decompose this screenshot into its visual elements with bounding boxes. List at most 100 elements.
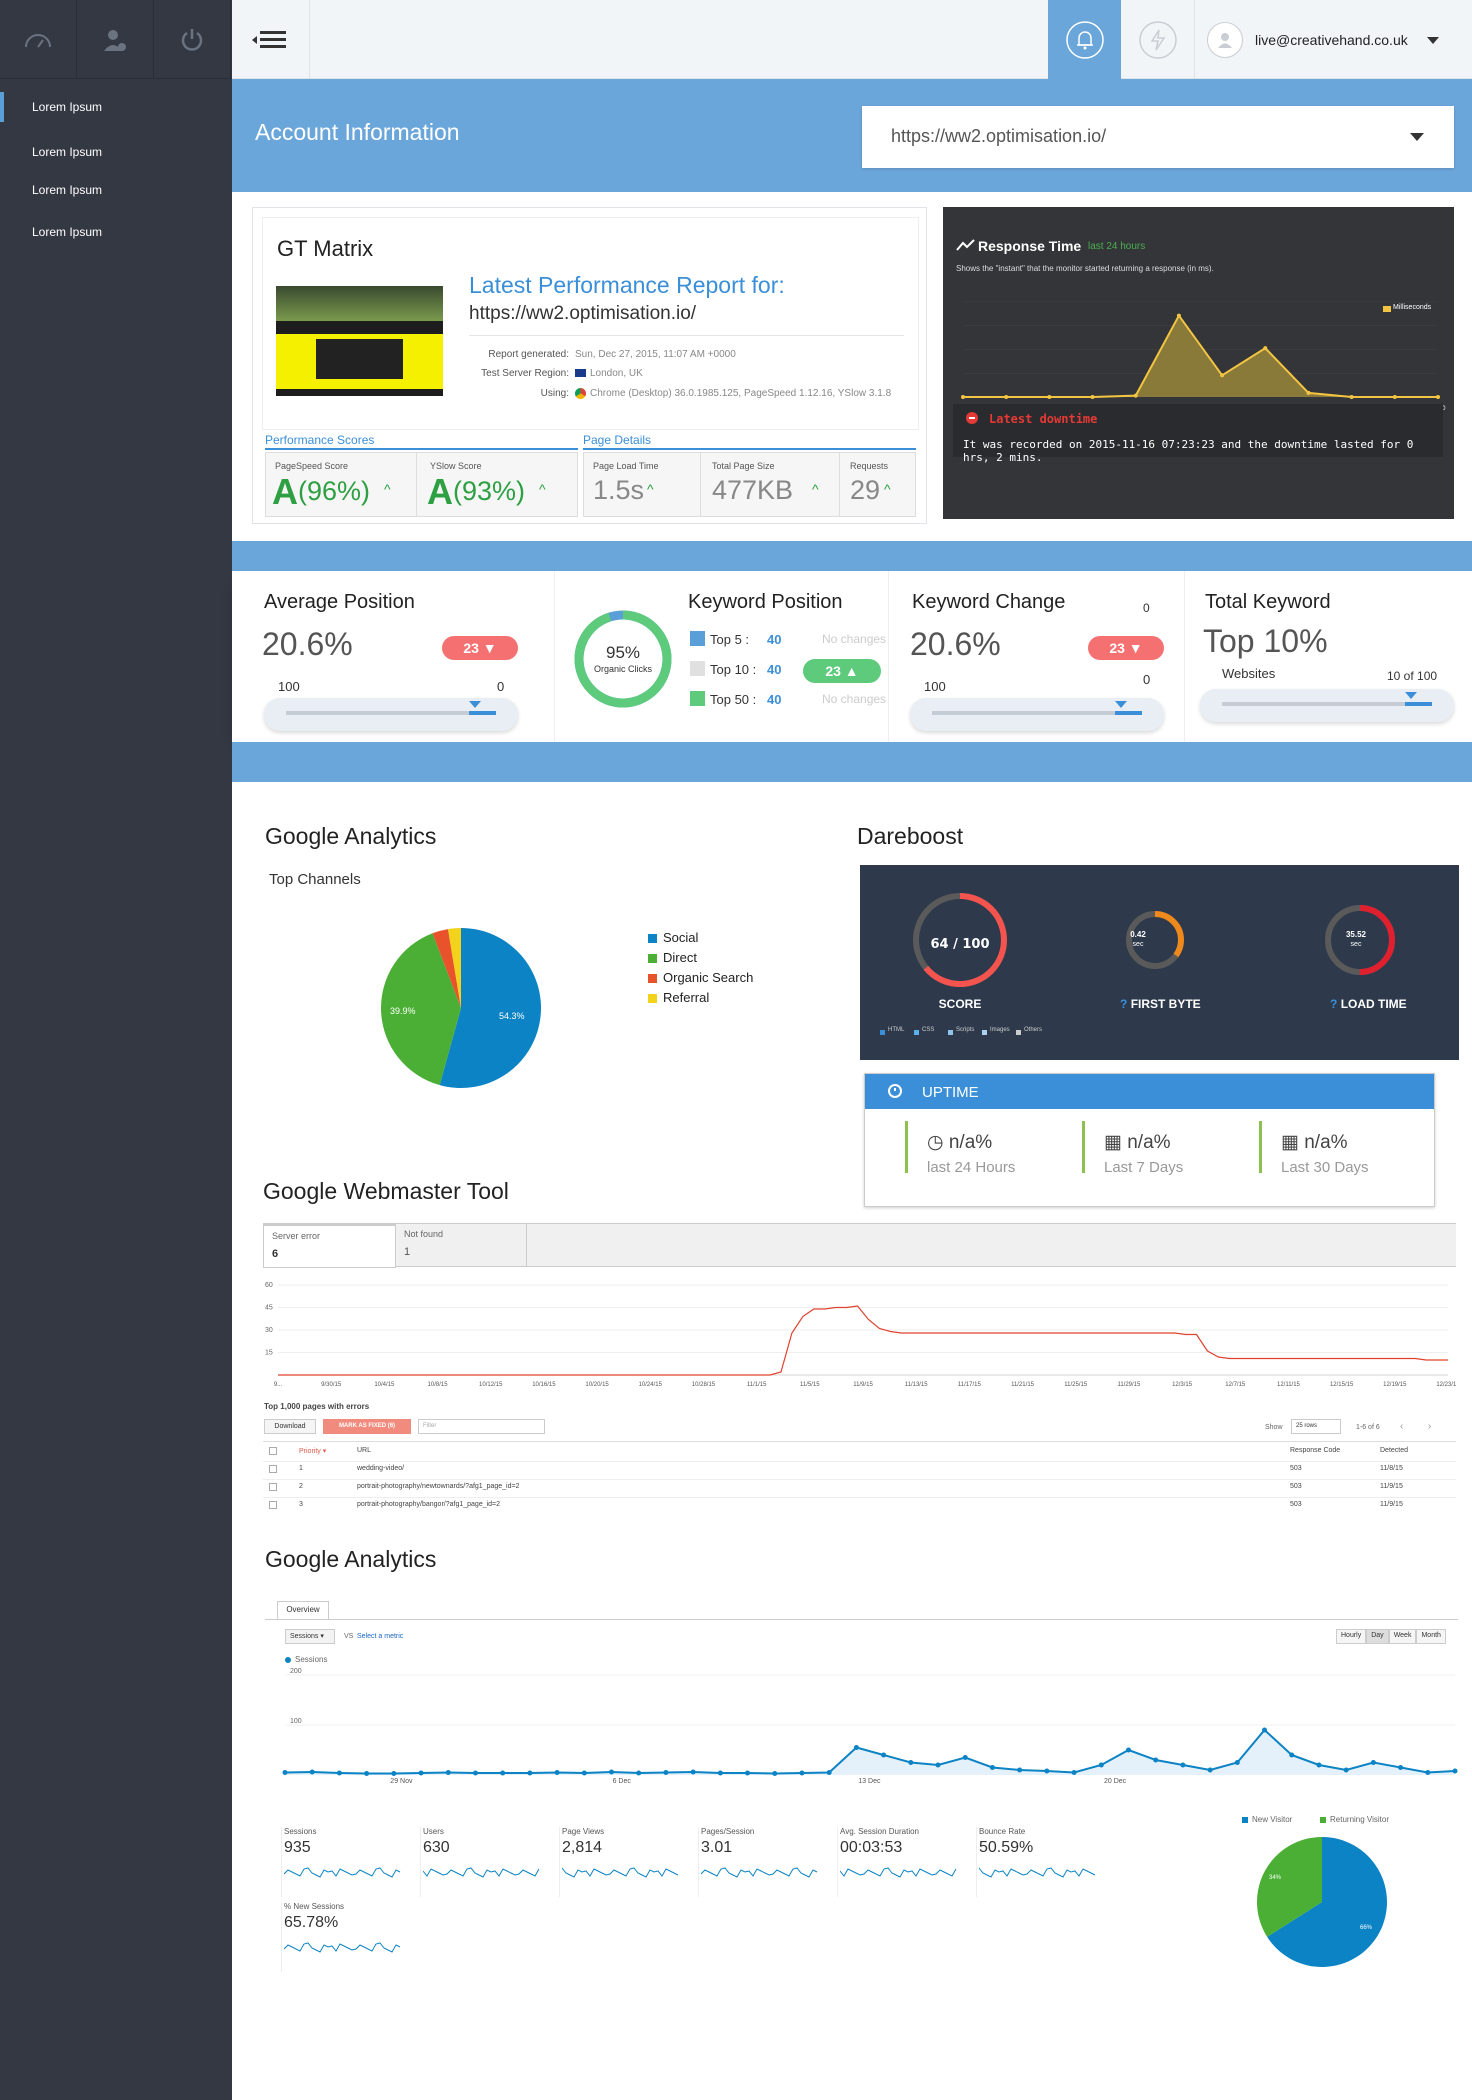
sessions-point xyxy=(581,1770,587,1776)
legend-label: Images xyxy=(990,1027,1010,1033)
x-tick-label: 10/24/15 xyxy=(639,1382,663,1388)
metric-label: % New Sessions xyxy=(284,1902,345,1911)
period-button-week[interactable]: Week xyxy=(1388,1629,1417,1644)
response-point xyxy=(1220,373,1225,378)
x-tick-label: 9... xyxy=(274,1382,283,1388)
next-page-icon[interactable]: › xyxy=(1428,1421,1431,1432)
activity-button[interactable] xyxy=(1122,0,1195,79)
row-divider xyxy=(263,1497,1456,1498)
load-time-value: 35.52 xyxy=(1345,930,1367,939)
up-icon: ^ xyxy=(647,481,654,497)
donut-pct: 95% xyxy=(605,643,641,662)
change-top: 0 xyxy=(1143,601,1150,615)
site-select[interactable]: https://ww2.optimisation.io/ xyxy=(862,106,1454,168)
total-keyword-slider[interactable] xyxy=(1200,689,1454,722)
metric-select[interactable]: Sessions ▾ xyxy=(285,1629,335,1644)
alert-icon xyxy=(966,412,978,424)
chevron-down-icon[interactable] xyxy=(1427,37,1439,45)
power-icon[interactable] xyxy=(154,0,231,79)
column-header-priority[interactable]: Priority ▾ xyxy=(299,1447,326,1455)
row-checkbox[interactable] xyxy=(269,1483,277,1491)
keyword-position-title: Keyword Position xyxy=(688,591,843,613)
select-all-checkbox[interactable] xyxy=(269,1447,277,1455)
sidebar-item-1[interactable]: Lorem Ipsum xyxy=(0,92,102,122)
user-settings-icon[interactable] xyxy=(77,0,154,79)
sidebar-item-4[interactable]: Lorem Ipsum xyxy=(0,225,102,239)
notifications-button[interactable] xyxy=(1048,0,1121,79)
row-checkbox[interactable] xyxy=(269,1501,277,1509)
uptime-divider xyxy=(905,1121,908,1173)
row-url[interactable]: portrait-photography/newtownards/?afg1_p… xyxy=(357,1483,519,1490)
select-metric-link[interactable]: Select a metric xyxy=(357,1633,403,1640)
rows-select-value: 25 rows xyxy=(1296,1423,1318,1429)
hamburger-icon xyxy=(251,30,286,48)
report-title: Latest Performance Report for: xyxy=(469,272,785,298)
sessions-point xyxy=(1262,1727,1268,1733)
sessions-point xyxy=(1180,1762,1186,1768)
legend-label: Scripts xyxy=(956,1027,975,1033)
using-value: Chrome (Desktop) 36.0.1985.125, PageSpee… xyxy=(590,388,892,399)
period-button-day[interactable]: Day xyxy=(1366,1629,1389,1644)
slider-handle[interactable] xyxy=(1405,692,1417,699)
slider-handle[interactable] xyxy=(1115,701,1127,708)
row-checkbox[interactable] xyxy=(269,1465,277,1473)
legend-swatch xyxy=(690,631,705,646)
tab-server-error[interactable]: Server error 6 xyxy=(263,1223,396,1268)
row-url[interactable]: wedding-video/ xyxy=(357,1465,404,1472)
sidebar-item-label: Lorem Ipsum xyxy=(32,183,103,197)
avatar[interactable] xyxy=(1207,22,1243,58)
keyword-change-slider[interactable] xyxy=(910,698,1164,731)
help-icon[interactable]: ? xyxy=(1330,997,1337,1011)
avg-position-slider[interactable] xyxy=(264,698,518,731)
user-email[interactable]: live@creativehand.co.uk xyxy=(1255,32,1408,48)
menu-toggle-button[interactable] xyxy=(232,0,310,79)
gwt-error-chart: 60 45 30 15 9... 9/30/15 10/4/15 10/8/15 10/12/1… xyxy=(265,1282,1456,1388)
column-header-url: URL xyxy=(357,1447,372,1454)
first-byte-label-text: FIRST BYTE xyxy=(1130,997,1201,1011)
metric-divider xyxy=(281,1827,282,1897)
sessions-area xyxy=(285,1730,1455,1775)
sparkline xyxy=(701,1867,818,1878)
legend-swatch xyxy=(1016,1030,1021,1035)
caret-up-icon: ▲ xyxy=(844,663,859,679)
downtime-title: Latest downtime xyxy=(989,412,1098,426)
prev-page-icon[interactable]: ‹ xyxy=(1400,1421,1403,1432)
period-button-hourly[interactable]: Hourly xyxy=(1336,1629,1367,1644)
up-icon: ^ xyxy=(539,481,546,497)
dashboard-icon[interactable] xyxy=(0,0,77,79)
slider-max: 0 xyxy=(497,679,505,694)
x-tick-label: 11/17/15 xyxy=(958,1382,982,1388)
sparkline xyxy=(284,1942,401,1953)
response-point xyxy=(961,395,965,399)
total-keyword-value: Top 10% xyxy=(1203,623,1328,659)
sparkline-path xyxy=(284,1867,401,1878)
sidebar-item-3[interactable]: Lorem Ipsum xyxy=(0,183,102,197)
legend-label: Referral xyxy=(663,990,710,1005)
websites-label: Websites xyxy=(1222,666,1276,681)
y-tick-label: 15 xyxy=(265,1350,273,1357)
sessions-point xyxy=(1234,1760,1240,1765)
mark-fixed-button[interactable]: MARK AS FIXED (6) xyxy=(323,1419,411,1434)
legend-label: Social xyxy=(663,930,699,945)
download-button[interactable]: Download xyxy=(264,1419,316,1434)
sessions-point xyxy=(445,1770,451,1775)
slider-handle[interactable] xyxy=(469,701,481,708)
tab-not-found[interactable]: Not found 1 xyxy=(396,1224,527,1267)
x-tick-label: 11/29/15 xyxy=(1117,1382,1141,1388)
sidebar-item-2[interactable]: Lorem Ipsum xyxy=(0,145,102,159)
row-date: 11/9/15 xyxy=(1380,1501,1403,1508)
legend-label: Organic Search xyxy=(663,970,754,985)
sparkline xyxy=(840,1867,957,1878)
period-button-month[interactable]: Month xyxy=(1416,1629,1446,1644)
legend-label: Others xyxy=(1024,1027,1043,1033)
sparkline-path xyxy=(701,1867,818,1878)
load-time-unit: sec xyxy=(1350,941,1362,948)
row-url[interactable]: portrait-photography/bangor/?afg1_page_i… xyxy=(357,1501,500,1508)
rows-select[interactable]: 25 rows xyxy=(1291,1419,1341,1434)
account-bar: Account Information https://ww2.optimisa… xyxy=(232,79,1472,192)
tab-overview[interactable]: Overview xyxy=(277,1601,329,1619)
sparkline xyxy=(562,1867,679,1878)
filter-input[interactable]: Filter xyxy=(418,1419,545,1434)
sidebar-item-label: Lorem Ipsum xyxy=(32,145,103,159)
help-icon[interactable]: ? xyxy=(1120,997,1127,1011)
